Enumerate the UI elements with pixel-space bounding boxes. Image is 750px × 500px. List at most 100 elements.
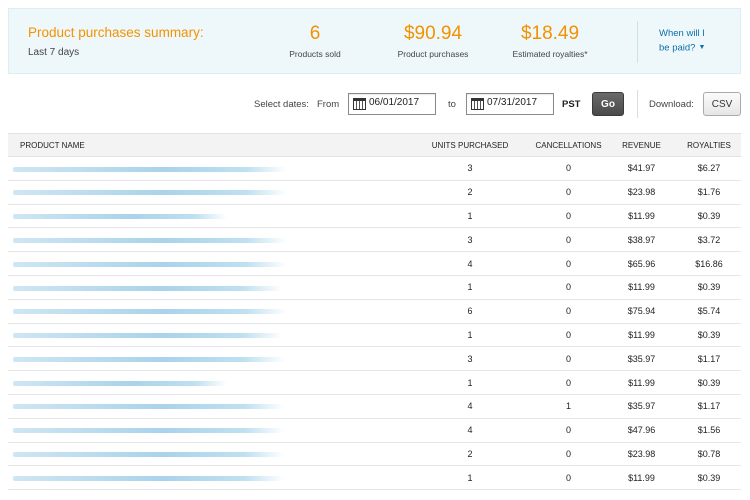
table-row: 1 0 $11.99 $0.39: [8, 466, 741, 490]
go-button[interactable]: Go: [592, 92, 624, 116]
redacted-product-name[interactable]: [13, 237, 287, 243]
to-date-input[interactable]: [487, 97, 551, 108]
when-paid-line2: be paid?: [659, 42, 696, 54]
table-header-row: PRODUCT NAME UNITS PURCHASED CANCELLATIO…: [8, 133, 741, 157]
revenue-cell: $35.97: [627, 401, 656, 412]
stat-label: Estimated royalties*: [512, 49, 588, 59]
royalties-cell: $0.39: [697, 329, 721, 340]
redacted-product-name[interactable]: [13, 356, 285, 362]
when-paid-line1: When will I: [659, 28, 705, 39]
units-purchased-cell: 3: [467, 163, 473, 174]
to-date-field[interactable]: [466, 93, 554, 115]
calendar-icon[interactable]: [471, 98, 484, 110]
redacted-product-name[interactable]: [13, 214, 227, 220]
units-purchased-cell: 4: [467, 425, 473, 436]
cancellations-cell: 0: [565, 234, 571, 245]
table-row: 1 0 $11.99 $0.39: [8, 204, 741, 228]
summary-title: Product purchases summary:: [28, 25, 204, 40]
redacted-product-name[interactable]: [13, 309, 287, 315]
column-header-cancellations[interactable]: CANCELLATIONS: [531, 133, 606, 157]
when-paid-link[interactable]: When will I be paid? ▼: [659, 27, 705, 56]
table-row: 3 0 $41.97 $6.27: [8, 157, 741, 181]
column-header-product-name[interactable]: PRODUCT NAME: [8, 133, 409, 157]
product-name-cell[interactable]: [8, 228, 409, 252]
redacted-product-name[interactable]: [13, 190, 287, 196]
units-purchased-cell: 1: [467, 472, 473, 483]
redacted-product-name[interactable]: [13, 475, 285, 481]
product-name-cell[interactable]: [8, 418, 409, 442]
units-purchased-cell: 2: [467, 448, 473, 459]
redacted-product-name[interactable]: [13, 166, 287, 172]
table-row: 4 0 $47.96 $1.56: [8, 418, 741, 443]
product-name-cell[interactable]: [8, 466, 409, 490]
table-row: 1 0 $11.99 $0.39: [8, 371, 741, 395]
units-purchased-cell: 1: [467, 282, 473, 293]
table-row: 2 0 $23.98 $0.78: [8, 442, 741, 466]
cancellations-cell: 0: [565, 472, 571, 483]
product-name-cell[interactable]: [8, 252, 409, 276]
cancellations-cell: 0: [565, 425, 571, 436]
units-purchased-cell: 1: [467, 210, 473, 221]
cancellations-cell: 0: [565, 329, 571, 340]
redacted-product-name[interactable]: [13, 261, 287, 267]
redacted-product-name[interactable]: [13, 333, 283, 339]
column-header-revenue[interactable]: REVENUE: [606, 133, 677, 157]
units-purchased-cell: 4: [467, 401, 473, 412]
table-row: 4 0 $65.96 $16.86: [8, 252, 741, 276]
from-date-input[interactable]: [369, 97, 433, 108]
units-purchased-cell: 3: [467, 234, 473, 245]
cancellations-cell: 0: [565, 282, 571, 293]
stat-label: Products sold: [289, 49, 341, 59]
column-header-units-purchased[interactable]: UNITS PURCHASED: [409, 133, 531, 157]
product-name-cell[interactable]: [8, 371, 409, 395]
redacted-product-name[interactable]: [13, 428, 285, 434]
royalties-cell: $1.56: [697, 425, 721, 436]
product-name-cell[interactable]: [8, 347, 409, 371]
royalties-cell: $0.39: [697, 282, 721, 293]
table-body: 3 0 $41.97 $6.27 2 0 $23.98 $1.76 1 0 $11.99 $0.39 3…: [8, 157, 741, 490]
revenue-cell: $65.96: [627, 258, 656, 269]
stat-products-sold: 6 Products sold: [255, 23, 375, 59]
stat-estimated-royalties: $18.49 Estimated royalties*: [490, 23, 610, 59]
stat-product-purchases: $90.94 Product purchases: [373, 23, 493, 59]
product-name-cell[interactable]: [8, 323, 409, 347]
table-row: 1 0 $11.99 $0.39: [8, 275, 741, 300]
units-purchased-cell: 3: [467, 353, 473, 364]
date-filter-bar: Select dates: From to PST Go Download: C…: [0, 90, 750, 118]
royalties-cell: $0.39: [697, 472, 721, 483]
units-purchased-cell: 1: [467, 329, 473, 340]
product-name-cell[interactable]: [8, 180, 409, 204]
cancellations-cell: 0: [565, 448, 571, 459]
redacted-product-name[interactable]: [13, 285, 283, 291]
column-header-royalties[interactable]: ROYALTIES: [677, 133, 741, 157]
product-name-cell[interactable]: [8, 299, 409, 323]
revenue-cell: $11.99: [628, 210, 655, 221]
units-purchased-cell: 4: [467, 258, 473, 269]
stat-value: 6: [309, 23, 321, 44]
stat-value: $90.94: [403, 23, 463, 44]
product-name-cell[interactable]: [8, 394, 409, 418]
redacted-product-name[interactable]: [13, 380, 227, 386]
redacted-product-name[interactable]: [13, 404, 285, 410]
revenue-cell: $41.97: [627, 163, 656, 174]
table-row: 3 0 $38.97 $3.72: [8, 228, 741, 252]
product-name-cell[interactable]: [8, 204, 409, 228]
redacted-product-name[interactable]: [13, 452, 285, 458]
calendar-icon[interactable]: [353, 98, 366, 110]
product-name-cell[interactable]: [8, 275, 409, 299]
revenue-cell: $47.96: [627, 425, 656, 436]
royalties-cell: $1.76: [697, 187, 721, 198]
download-csv-button[interactable]: CSV: [703, 92, 741, 116]
revenue-cell: $11.99: [628, 472, 655, 483]
from-date-field[interactable]: [348, 93, 436, 115]
royalties-cell: $16.86: [695, 258, 723, 269]
from-label: From: [317, 99, 340, 110]
table-row: 2 0 $23.98 $1.76: [8, 180, 741, 205]
royalties-cell: $0.39: [697, 210, 721, 221]
cancellations-cell: 0: [565, 306, 571, 317]
revenue-cell: $38.97: [627, 234, 656, 245]
stat-label: Product purchases: [397, 49, 469, 59]
royalties-cell: $1.17: [697, 401, 721, 412]
product-name-cell[interactable]: [8, 157, 409, 181]
product-name-cell[interactable]: [8, 442, 409, 466]
